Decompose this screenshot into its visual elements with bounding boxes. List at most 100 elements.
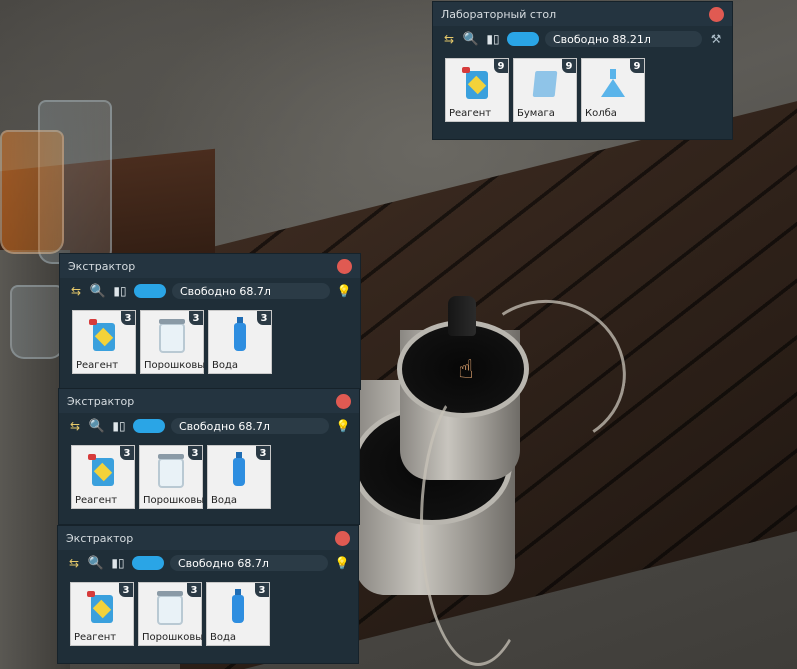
sort-icon[interactable]: ▮▯ [111, 418, 127, 434]
reagent-canister-icon [88, 454, 114, 486]
item-label: Реагент [74, 632, 117, 643]
window-toolbar: ⇆ 🔍 ▮▯ Свободно 88.21л ⚒ [433, 26, 732, 52]
extractor-window-2: Экстрактор ⇆ 🔍 ▮▯ Свободно 68.7л 💡 3 Реа… [59, 389, 359, 524]
item-count: 3 [255, 583, 269, 597]
item-count: 3 [189, 311, 203, 325]
search-icon[interactable]: 🔍 [463, 31, 479, 47]
toggle-switch[interactable] [134, 284, 166, 298]
slot-powder[interactable]: 3 Порошковы [138, 582, 202, 646]
slot-paper[interactable]: 9 Бумага [513, 58, 577, 122]
item-slots: 3 Реагент 3 Порошковы 3 Вода [59, 439, 359, 509]
close-button[interactable] [337, 258, 352, 274]
lightbulb-icon[interactable]: 💡 [335, 418, 351, 434]
window-toolbar: ⇆ 🔍 ▮▯ Свободно 68.7л 💡 [59, 413, 359, 439]
window-title: Лабораторный стол [441, 7, 557, 21]
slot-powder[interactable]: 3 Порошковы [140, 310, 204, 374]
powder-jar-icon [157, 591, 183, 625]
slot-reagent[interactable]: 3 Реагент [72, 310, 136, 374]
extractor-window-1: Экстрактор ⇆ 🔍 ▮▯ Свободно 68.7л 💡 3 Реа… [60, 254, 360, 389]
slot-reagent[interactable]: 3 Реагент [71, 445, 135, 509]
item-label: Порошковы [143, 495, 203, 506]
lightbulb-icon[interactable]: 💡 [336, 283, 352, 299]
item-count: 9 [562, 59, 576, 73]
search-icon[interactable]: 🔍 [89, 418, 105, 434]
powder-jar-icon [159, 319, 185, 353]
slot-powder[interactable]: 3 Порошковы [139, 445, 203, 509]
item-count: 3 [119, 583, 133, 597]
item-label: Колба [585, 108, 617, 119]
small-beaker [10, 285, 64, 359]
flask-icon [601, 69, 625, 97]
item-label: Вода [212, 360, 239, 371]
sort-icon[interactable]: ▮▯ [485, 31, 501, 47]
window-header: Лабораторный стол [433, 2, 732, 26]
slot-reagent[interactable]: 9 Реагент [445, 58, 509, 122]
window-title: Экстрактор [66, 531, 134, 545]
water-bottle-icon [232, 589, 244, 623]
item-count: 9 [630, 59, 644, 73]
capacity-bar: Свободно 88.21л [545, 31, 702, 47]
item-slots: 9 Реагент 9 Бумага 9 Колба [433, 52, 732, 122]
item-count: 3 [188, 446, 202, 460]
reagent-canister-icon [87, 591, 113, 623]
pointer-hand-icon: ☝ [458, 355, 474, 385]
item-count: 9 [494, 59, 508, 73]
window-header: Экстрактор [60, 254, 360, 278]
slot-water[interactable]: 3 Вода [206, 582, 270, 646]
water-bottle-icon [233, 452, 245, 486]
search-icon[interactable]: 🔍 [90, 283, 106, 299]
capacity-bar: Свободно 68.7л [172, 283, 330, 299]
window-title: Экстрактор [67, 394, 135, 408]
transfer-icon[interactable]: ⇆ [68, 283, 84, 299]
item-slots: 3 Реагент 3 Порошковы 3 Вода [60, 304, 360, 374]
item-label: Порошковы [144, 360, 204, 371]
item-label: Реагент [76, 360, 119, 371]
lightbulb-icon[interactable]: 💡 [334, 555, 350, 571]
transfer-icon[interactable]: ⇆ [441, 31, 457, 47]
capacity-bar: Свободно 68.7л [171, 418, 329, 434]
item-label: Порошковы [142, 632, 202, 643]
item-count: 3 [187, 583, 201, 597]
hose-tube-lower [420, 380, 536, 666]
close-button[interactable] [336, 393, 351, 409]
slot-reagent[interactable]: 3 Реагент [70, 582, 134, 646]
window-header: Экстрактор [58, 526, 358, 550]
lab-table-window: Лабораторный стол ⇆ 🔍 ▮▯ Свободно 88.21л… [433, 2, 732, 139]
sort-icon[interactable]: ▮▯ [110, 555, 126, 571]
window-header: Экстрактор [59, 389, 359, 413]
item-count: 3 [256, 446, 270, 460]
transfer-icon[interactable]: ⇆ [66, 555, 82, 571]
item-label: Реагент [75, 495, 118, 506]
powder-jar-icon [158, 454, 184, 488]
item-count: 3 [120, 446, 134, 460]
window-toolbar: ⇆ 🔍 ▮▯ Свободно 68.7л 💡 [60, 278, 360, 304]
item-label: Вода [211, 495, 238, 506]
item-label: Бумага [517, 108, 555, 119]
slot-flask[interactable]: 9 Колба [581, 58, 645, 122]
close-button[interactable] [335, 530, 350, 546]
capacity-bar: Свободно 68.7л [170, 555, 328, 571]
water-bottle-icon [234, 317, 246, 351]
item-slots: 3 Реагент 3 Порошковы 3 Вода [58, 576, 358, 646]
item-count: 3 [121, 311, 135, 325]
toggle-switch[interactable] [132, 556, 164, 570]
paper-icon [532, 71, 558, 97]
window-title: Экстрактор [68, 259, 136, 273]
item-label: Вода [210, 632, 237, 643]
slot-water[interactable]: 3 Вода [207, 445, 271, 509]
orange-beaker [0, 130, 64, 254]
slot-water[interactable]: 3 Вода [208, 310, 272, 374]
item-count: 3 [257, 311, 271, 325]
hammer-icon[interactable]: ⚒ [708, 31, 724, 47]
reagent-canister-icon [89, 319, 115, 351]
item-label: Реагент [449, 108, 492, 119]
window-toolbar: ⇆ 🔍 ▮▯ Свободно 68.7л 💡 [58, 550, 358, 576]
close-button[interactable] [709, 6, 724, 22]
search-icon[interactable]: 🔍 [88, 555, 104, 571]
extractor-window-3: Экстрактор ⇆ 🔍 ▮▯ Свободно 68.7л 💡 3 Реа… [58, 526, 358, 663]
toggle-switch[interactable] [133, 419, 165, 433]
toggle-switch[interactable] [507, 32, 539, 46]
transfer-icon[interactable]: ⇆ [67, 418, 83, 434]
sort-icon[interactable]: ▮▯ [112, 283, 128, 299]
reagent-canister-icon [462, 67, 488, 99]
